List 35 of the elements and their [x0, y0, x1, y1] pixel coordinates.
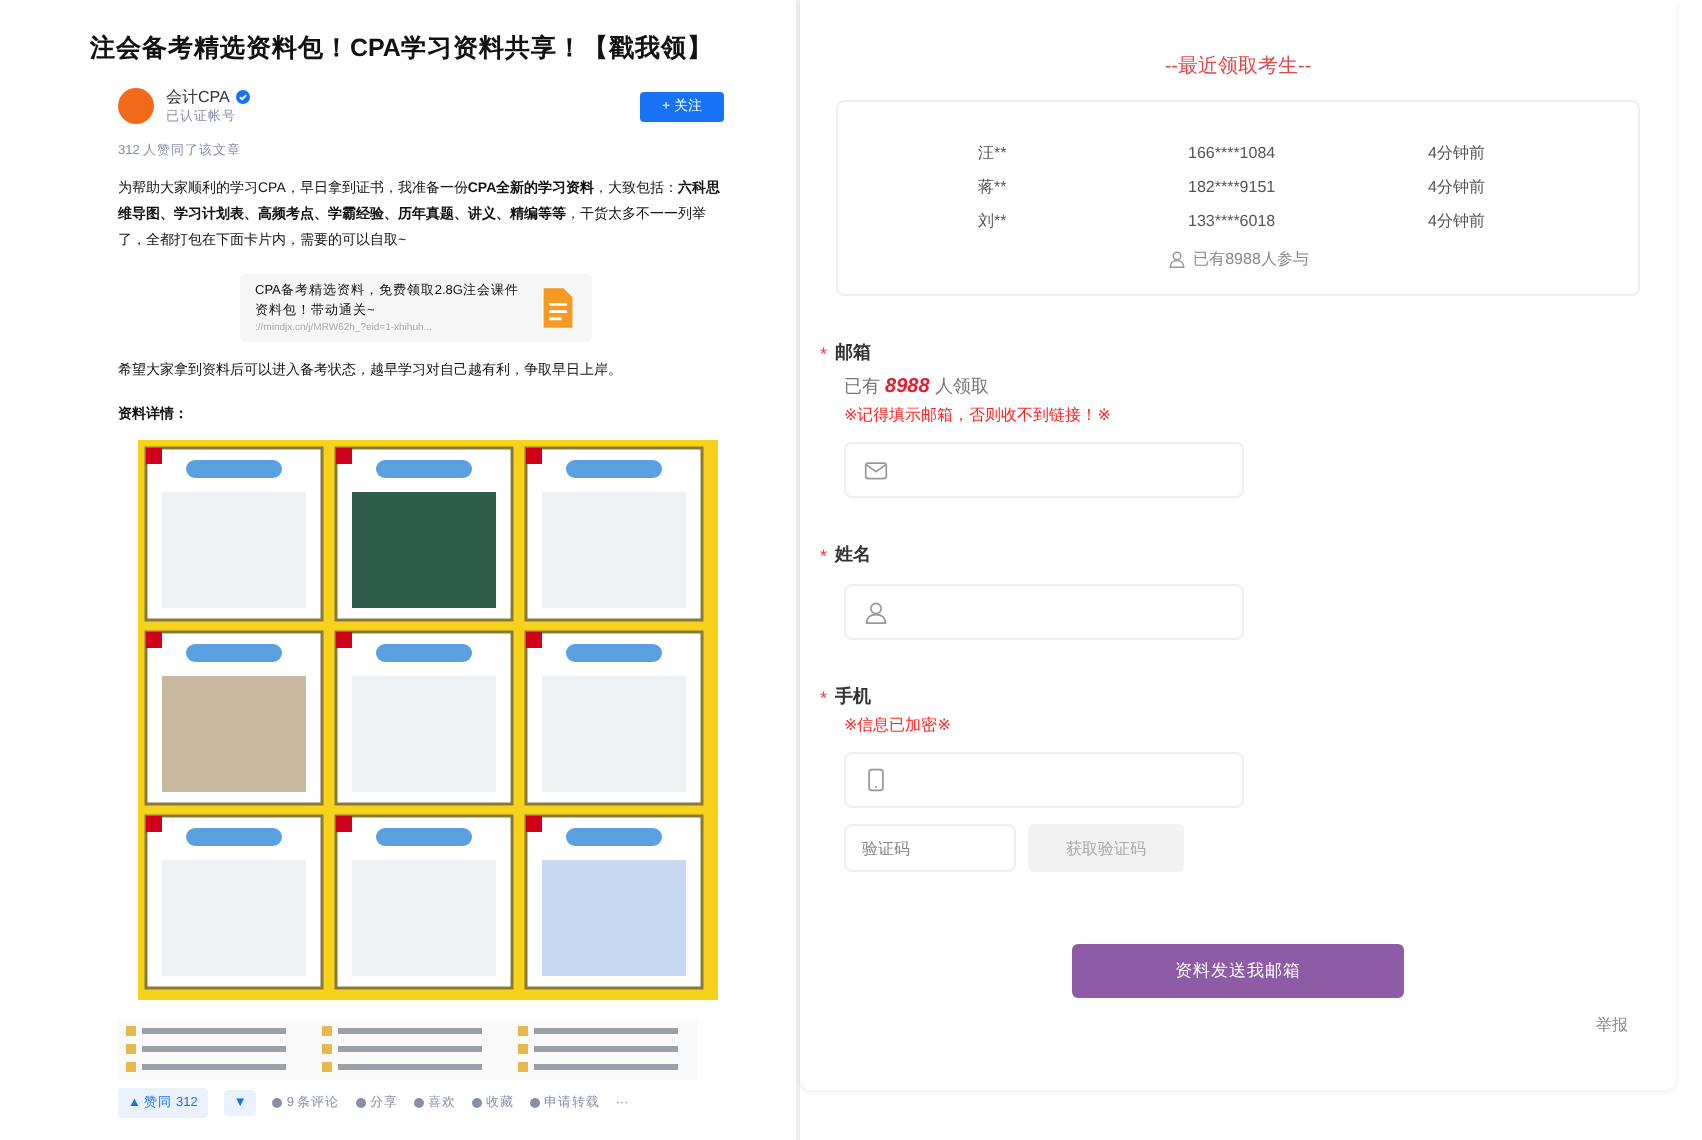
verification-code-field[interactable]: 验证码: [844, 824, 1016, 872]
field-note: ※信息已加密※: [844, 714, 953, 736]
document-icon: [539, 286, 575, 330]
user-icon: [1167, 250, 1186, 268]
recent-claims-title: --最近领取考生--: [1162, 53, 1314, 80]
required-mark: *: [820, 687, 828, 707]
get-code-button[interactable]: 获取验证码: [1028, 824, 1184, 872]
claimant-phone: 182****9151: [1188, 178, 1278, 196]
field-note: ※记得填示邮箱，否则收不到链接！※: [844, 404, 1113, 426]
claimant-phone: 133****6018: [1188, 212, 1278, 230]
email-input-field[interactable]: [844, 442, 1244, 498]
claimant-name: 蒋**: [978, 176, 1009, 198]
claimant-name: 刘**: [978, 210, 1009, 230]
report-link[interactable]: 举报: [1596, 1014, 1628, 1036]
claim-time: 4分钟前: [1428, 176, 1485, 198]
author-name[interactable]: 会计CPA: [166, 86, 230, 108]
phone-icon: [864, 768, 888, 792]
claimant-name: 汪**: [978, 142, 1009, 164]
phone-input-field[interactable]: [844, 752, 1244, 808]
author-avatar[interactable]: [118, 88, 154, 124]
article-title: 注会备考精选资料包！CPA学习资料共享！【戳我领】: [90, 32, 715, 66]
name-input-field[interactable]: [844, 584, 1244, 640]
field-label: 邮箱: [835, 340, 872, 366]
submit-button[interactable]: 资料发送我邮箱: [1072, 944, 1404, 998]
claim-time: 4分钟前: [1428, 142, 1485, 164]
claim-count-text: 已有 8988 人领取: [844, 374, 991, 400]
claimant-phone: 166****1084: [1188, 144, 1278, 162]
required-mark: *: [820, 343, 828, 363]
user-icon: [864, 600, 888, 624]
field-label: 姓名: [835, 542, 872, 568]
claim-time: 4分钟前: [1428, 210, 1485, 230]
mail-icon: [864, 458, 888, 482]
participants-count: 已有8988人参与: [1193, 248, 1309, 270]
field-label: 手机: [835, 684, 872, 710]
required-mark: *: [820, 545, 828, 565]
